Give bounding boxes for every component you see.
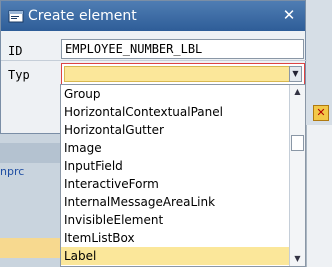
background-row-header bbox=[0, 143, 60, 163]
scroll-down-icon[interactable]: ▼ bbox=[290, 252, 305, 266]
typ-label: Typ bbox=[8, 68, 30, 82]
background-row-selected bbox=[0, 238, 60, 258]
create-element-icon bbox=[8, 10, 24, 23]
list-item[interactable]: Image bbox=[61, 139, 290, 157]
list-item[interactable]: InputField bbox=[61, 157, 290, 175]
list-item[interactable]: HorizontalContextualPanel bbox=[61, 103, 290, 121]
chevron-down-icon[interactable]: ▼ bbox=[289, 66, 302, 82]
warning-icon[interactable]: ✕ bbox=[313, 105, 329, 121]
list-item[interactable]: InternalMessageAreaLink bbox=[61, 193, 290, 211]
divider bbox=[1, 60, 307, 61]
dialog-titlebar[interactable]: Create element bbox=[1, 1, 305, 31]
scroll-up-icon[interactable]: ▲ bbox=[290, 85, 305, 99]
close-button[interactable]: ✕ bbox=[281, 7, 297, 23]
background-link[interactable]: nprc bbox=[0, 165, 24, 178]
background-toolbar bbox=[306, 125, 332, 267]
typ-select[interactable]: ▼ bbox=[61, 63, 305, 85]
list-item[interactable]: Group bbox=[61, 85, 290, 103]
dropdown-scrollbar[interactable]: ▲ ▼ bbox=[289, 85, 305, 266]
id-input[interactable]: EMPLOYEE_NUMBER_LBL bbox=[61, 39, 304, 59]
list-item[interactable]: InvisibleElement bbox=[61, 211, 290, 229]
list-item[interactable]: HorizontalGutter bbox=[61, 121, 290, 139]
typ-select-value[interactable] bbox=[64, 66, 292, 82]
dialog-title: Create element bbox=[28, 8, 137, 24]
list-item[interactable]: InteractiveForm bbox=[61, 175, 290, 193]
list-item[interactable]: ItemListBox bbox=[61, 229, 290, 247]
list-item-selected[interactable]: Label bbox=[61, 247, 290, 265]
typ-dropdown-list[interactable]: Group HorizontalContextualPanel Horizont… bbox=[60, 84, 306, 267]
scrollbar-thumb[interactable] bbox=[291, 135, 304, 151]
id-label: ID bbox=[8, 44, 23, 58]
